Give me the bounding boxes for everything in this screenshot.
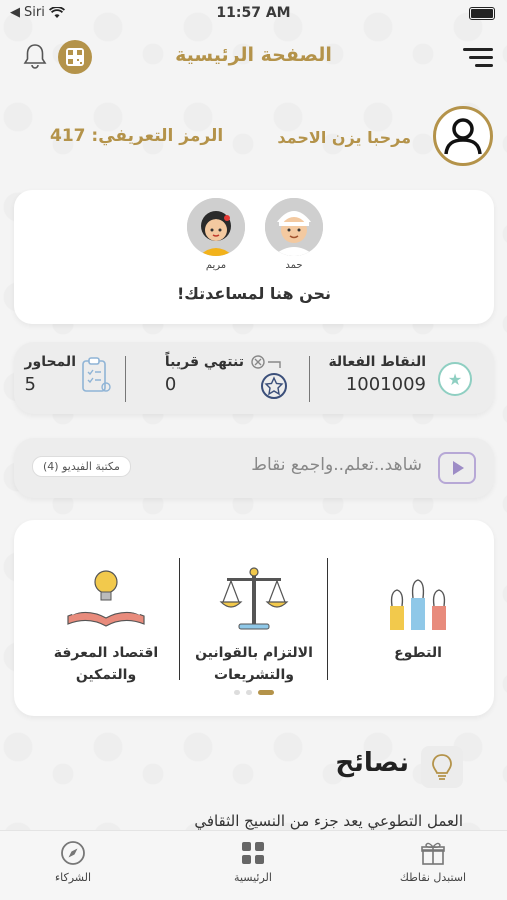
- user-row: مرحبا يزن الاحمد الرمز التعريفي: 417: [0, 106, 507, 170]
- nav-label: الرئيسية: [234, 871, 272, 884]
- kid-mariam[interactable]: مريم: [186, 198, 246, 271]
- topics-value: 5: [24, 374, 36, 395]
- stats-card: ★ النقاط الفعالة 1001009 تنتهي قريباً 0 …: [14, 342, 494, 414]
- video-bar[interactable]: شاهد..تعلم..واجمع نقاط مكتبة الفيديو (4): [14, 438, 494, 498]
- pagination-dot[interactable]: [246, 690, 252, 695]
- category-laws[interactable]: الالتزام بالقوانين والتشريعات: [182, 520, 326, 683]
- kid-name: حمد: [285, 260, 303, 271]
- active-points-label: النقاط الفعالة: [328, 354, 426, 370]
- help-message: نحن هنا لمساعدتك!: [176, 284, 332, 303]
- user-avatar[interactable]: [433, 106, 493, 166]
- carousel-pagination[interactable]: [14, 690, 494, 695]
- user-icon: [444, 118, 482, 155]
- hands-raised-icon: [346, 566, 490, 636]
- category-knowledge[interactable]: اقتصاد المعرفة والتمكين: [34, 520, 178, 683]
- battery-icon: [469, 7, 495, 20]
- lightbulb-book-icon: [34, 550, 178, 636]
- video-library-button[interactable]: مكتبة الفيديو (4): [32, 456, 131, 477]
- category-label: اقتصاد المعرفة والتمكين: [53, 645, 159, 683]
- expiring-points-stat[interactable]: تنتهي قريباً 0: [165, 354, 244, 395]
- video-title: شاهد..تعلم..واجمع نقاط: [251, 455, 422, 475]
- kid-girl-avatar: [187, 198, 245, 256]
- category-label: التطوع: [394, 645, 442, 661]
- gift-icon: [373, 839, 493, 867]
- nav-partners[interactable]: الشركاء: [13, 839, 133, 884]
- expiring-label: تنتهي قريباً: [164, 354, 244, 370]
- active-points-stat[interactable]: النقاط الفعالة 1001009: [328, 354, 426, 395]
- grid-icon: [193, 839, 313, 867]
- topics-stat[interactable]: المحاور 5: [24, 354, 76, 395]
- bottom-nav: استبدل نقاطك الرئيسية الشركاء: [0, 830, 507, 900]
- nav-redeem-points[interactable]: استبدل نقاطك: [373, 839, 493, 884]
- categories-carousel[interactable]: التطوع الالتزام بالقوانين والتشريعات اقت…: [14, 520, 494, 716]
- status-time: 11:57 AM: [216, 5, 291, 21]
- app-header: الصفحة الرئيسية: [0, 30, 507, 86]
- nav-label: الشركاء: [54, 871, 92, 884]
- welcome-text: مرحبا يزن الاحمد: [277, 128, 411, 147]
- help-card[interactable]: حمد مريم نحن هنا لمساعدتك!: [14, 190, 494, 324]
- active-points-value: 1001009: [345, 374, 426, 395]
- pagination-dot-active[interactable]: [258, 690, 274, 695]
- nav-label: استبدل نقاطك: [399, 871, 467, 884]
- expiring-points-icon: [251, 355, 287, 399]
- pagination-dot[interactable]: [234, 690, 240, 695]
- kid-hamad[interactable]: حمد: [264, 198, 324, 271]
- lightbulb-icon: [432, 754, 452, 780]
- tips-title: نصائح: [335, 748, 409, 778]
- tips-text: العمل التطوعي يعد جزء من النسيج الثقافي: [194, 812, 463, 830]
- topics-label: المحاور: [24, 354, 76, 370]
- kid-name: مريم: [205, 260, 227, 271]
- user-id-code: الرمز التعريفي: 417: [50, 126, 224, 146]
- menu-icon[interactable]: [463, 46, 493, 70]
- stat-divider: [309, 356, 310, 402]
- tips-icon-box: [421, 746, 463, 788]
- expiring-value: 0: [164, 374, 177, 395]
- category-label: الالتزام بالقوانين والتشريعات: [195, 645, 313, 683]
- scales-icon: [182, 550, 326, 636]
- play-icon[interactable]: [438, 452, 476, 484]
- stat-divider: [125, 356, 126, 402]
- category-divider: [179, 558, 180, 680]
- page-title: الصفحة الرئيسية: [175, 44, 332, 66]
- category-volunteering[interactable]: التطوع: [346, 520, 490, 680]
- kid-boy-avatar: [265, 198, 323, 256]
- compass-icon: [13, 839, 133, 867]
- status-bar: ◀ Siri 11:57 AM: [0, 0, 507, 30]
- clipboard-icon: [82, 357, 111, 392]
- category-divider: [327, 558, 328, 680]
- nav-home[interactable]: الرئيسية: [193, 839, 313, 884]
- star-icon: ★: [438, 362, 472, 396]
